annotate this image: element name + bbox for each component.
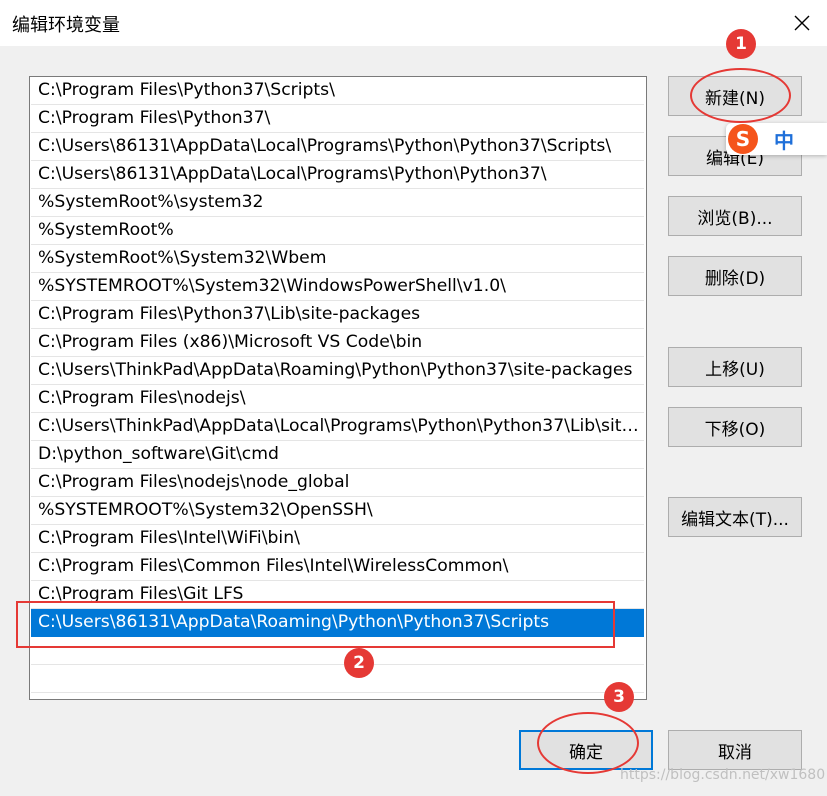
path-list-item[interactable]: C:\Program Files (x86)\Microsoft VS Code…: [31, 329, 644, 357]
annotation-badge-1: 1: [726, 29, 756, 59]
annotation-badge-3: 3: [604, 682, 634, 712]
path-list-item[interactable]: C:\Users\86131\AppData\Local\Programs\Py…: [31, 161, 644, 189]
moon-icon: [809, 132, 816, 146]
path-list-item[interactable]: %SYSTEMROOT%\System32\OpenSSH\: [31, 497, 644, 525]
path-list-item[interactable]: C:\Users\86131\AppData\Local\Programs\Py…: [31, 133, 644, 161]
path-list-item[interactable]: C:\Program Files\Python37\Lib\site-packa…: [31, 301, 644, 329]
path-list-item[interactable]: C:\Program Files\Python37\Scripts\: [31, 77, 644, 105]
path-list-item-selected[interactable]: C:\Users\86131\AppData\Roaming\Python\Py…: [31, 609, 644, 637]
path-list-item[interactable]: C:\Program Files\Python37\: [31, 105, 644, 133]
dialog-title: 编辑环境变量: [12, 15, 120, 36]
path-list-item[interactable]: %SystemRoot%: [31, 217, 644, 245]
path-list-item[interactable]: C:\Users\ThinkPad\AppData\Roaming\Python…: [31, 357, 644, 385]
cancel-button[interactable]: 取消: [668, 730, 802, 770]
path-list-empty-row[interactable]: [31, 665, 644, 693]
close-button[interactable]: [780, 6, 824, 40]
annotation-badge-2: 2: [344, 648, 374, 678]
move-down-button[interactable]: 下移(O): [668, 407, 802, 447]
path-list-empty-row[interactable]: [31, 637, 644, 665]
path-list-item[interactable]: C:\Program Files\Common Files\Intel\Wire…: [31, 553, 644, 581]
path-list-item[interactable]: %SystemRoot%\system32: [31, 189, 644, 217]
edit-text-button[interactable]: 编辑文本(T)...: [668, 497, 802, 537]
path-list-item[interactable]: D:\python_software\Git\cmd: [31, 441, 644, 469]
sogou-logo-icon: S: [728, 124, 758, 154]
new-button[interactable]: 新建(N): [668, 76, 802, 116]
path-list-item[interactable]: C:\Program Files\Git LFS: [31, 581, 644, 609]
path-list-item[interactable]: C:\Users\ThinkPad\AppData\Local\Programs…: [31, 413, 644, 441]
title-bar: 编辑环境变量: [0, 0, 827, 46]
ime-toolbar[interactable]: S 中: [726, 123, 827, 155]
ok-button[interactable]: 确定: [519, 730, 653, 770]
path-list-item[interactable]: %SystemRoot%\System32\Wbem: [31, 245, 644, 273]
watermark: https://blog.csdn.net/xw1680: [620, 767, 826, 783]
path-list[interactable]: C:\Program Files\Python37\Scripts\ C:\Pro…: [29, 76, 647, 700]
edit-env-variable-dialog: 编辑环境变量 C:\Program Files\Python37\Scripts…: [0, 0, 827, 796]
move-up-button[interactable]: 上移(U): [668, 347, 802, 387]
delete-button[interactable]: 删除(D): [668, 256, 802, 296]
ime-mode-label: 中: [774, 128, 794, 153]
path-list-item[interactable]: C:\Program Files\Intel\WiFi\bin\: [31, 525, 644, 553]
path-list-item[interactable]: %SYSTEMROOT%\System32\WindowsPowerShell\…: [31, 273, 644, 301]
browse-button[interactable]: 浏览(B)...: [668, 196, 802, 236]
path-list-item[interactable]: C:\Program Files\nodejs\: [31, 385, 644, 413]
close-icon: [794, 15, 810, 31]
path-list-item[interactable]: C:\Program Files\nodejs\node_global: [31, 469, 644, 497]
